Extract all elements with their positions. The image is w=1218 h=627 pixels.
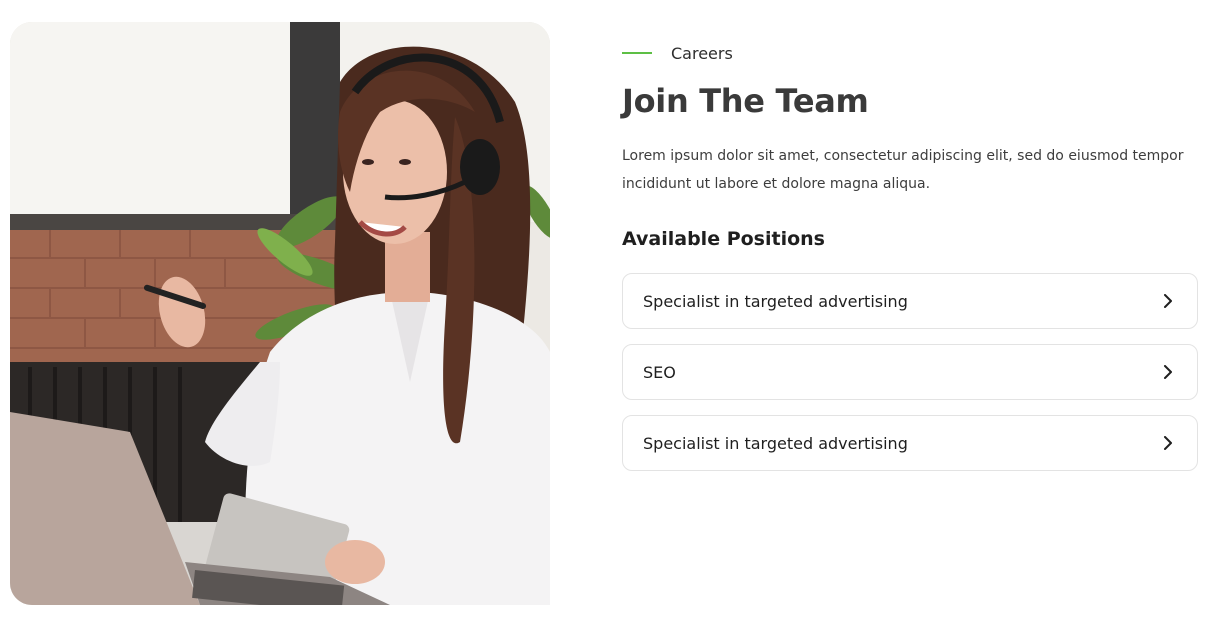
intro-text: Lorem ipsum dolor sit amet, consectetur …	[622, 148, 1184, 192]
eyebrow: Careers	[622, 42, 733, 64]
chevron-right-icon	[1161, 365, 1175, 379]
careers-content: Careers Join The Team Lorem ipsum dolor …	[622, 0, 1198, 627]
chevron-right-icon	[1161, 436, 1175, 450]
eyebrow-label: Careers	[671, 43, 733, 63]
team-photo	[10, 22, 550, 605]
position-label: Specialist in targeted advertising	[643, 291, 908, 311]
team-photo-illustration	[10, 22, 550, 605]
position-item[interactable]: Specialist in targeted advertising	[622, 273, 1198, 329]
position-label: Specialist in targeted advertising	[643, 433, 908, 453]
page-title: Join The Team	[622, 82, 869, 120]
eyebrow-accent-line	[622, 52, 652, 54]
positions-list: Specialist in targeted advertising SEO S…	[622, 273, 1198, 486]
position-item[interactable]: SEO	[622, 344, 1198, 400]
chevron-right-icon	[1161, 294, 1175, 308]
position-label: SEO	[643, 362, 676, 382]
positions-heading: Available Positions	[622, 228, 825, 250]
careers-section: Careers Join The Team Lorem ipsum dolor …	[0, 0, 1218, 627]
position-item[interactable]: Specialist in targeted advertising	[622, 415, 1198, 471]
